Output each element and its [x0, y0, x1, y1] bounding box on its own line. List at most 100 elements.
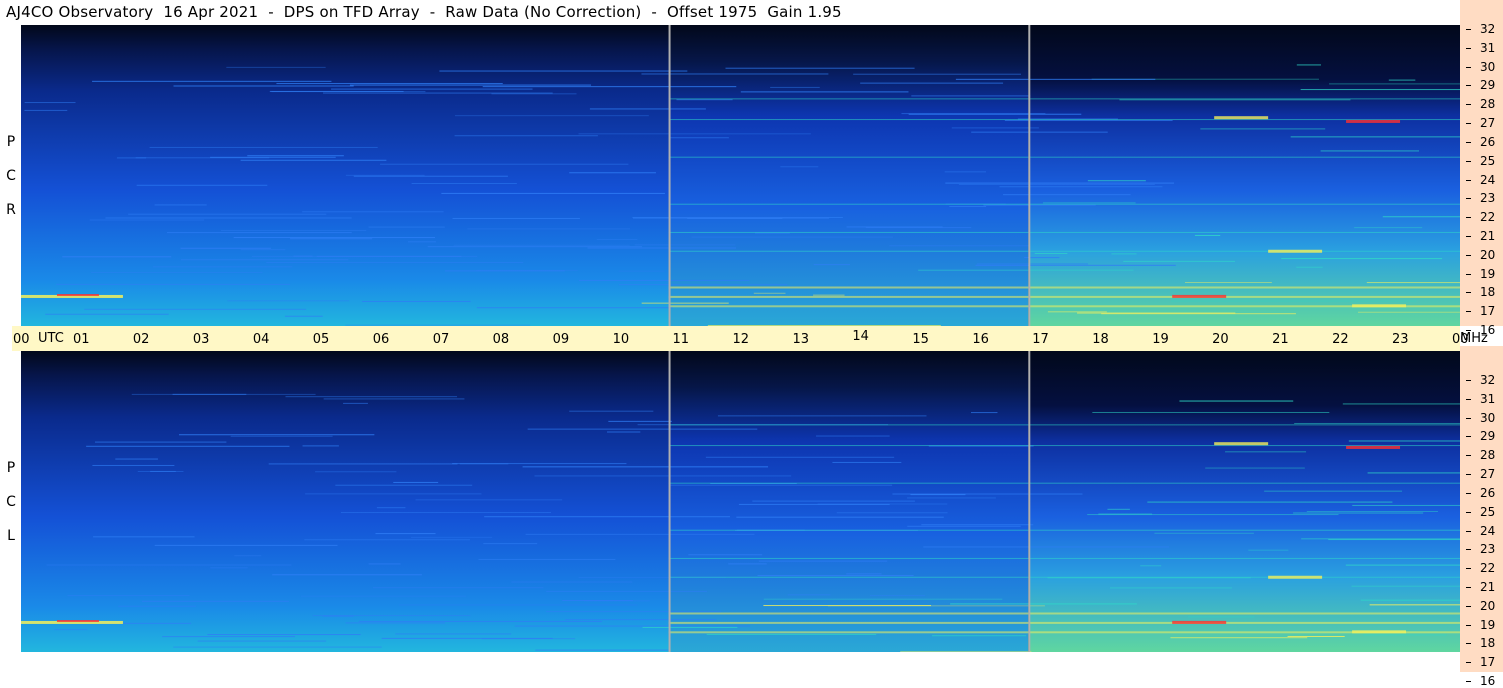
interference-streak: [921, 524, 1034, 526]
frequency-tick-label: 27: [1480, 467, 1496, 482]
interference-streak: [54, 629, 88, 631]
early-signal-peak: [56, 620, 99, 623]
interference-streak: [226, 66, 326, 68]
time-tick-label: 06: [372, 332, 390, 347]
frequency-band: [668, 156, 1460, 158]
frequency-band: [668, 295, 1460, 298]
interference-streak: [1290, 136, 1460, 138]
interference-streak: [589, 108, 706, 110]
lcp-letter-l: L: [7, 528, 15, 544]
time-tick-label: 05: [312, 332, 330, 347]
interference-streak: [1354, 227, 1423, 229]
interference-streak: [975, 264, 1176, 266]
time-tick-label: 22: [1332, 332, 1349, 347]
interference-streak: [587, 247, 736, 249]
frequency-tick: [1466, 398, 1471, 400]
interference-streak: [1042, 202, 1136, 204]
interference-streak: [1300, 89, 1460, 91]
interference-streak: [24, 109, 68, 111]
interference-streak: [955, 78, 1156, 80]
lcp-frequency-axis: 32 31 30 29 28 27 26 25 24 23 22 21 20 19 18 17 16: [1460, 346, 1503, 688]
frequency-tick-label: 20: [1480, 598, 1496, 613]
interference-streak: [607, 431, 641, 433]
frequency-tick: [1466, 254, 1471, 256]
time-tick-label: 07: [432, 332, 450, 347]
signal-patch: [1172, 620, 1227, 624]
frequency-band: [668, 576, 1460, 578]
frequency-band: [668, 612, 1460, 615]
interference-streak: [889, 245, 1031, 247]
interference-streak: [910, 494, 966, 496]
interference-streak: [345, 622, 446, 624]
time-tick-label: 08: [492, 332, 510, 347]
interference-streak: [454, 135, 598, 137]
interference-streak: [427, 246, 643, 248]
interference-streak: [1296, 266, 1323, 268]
interference-streak: [1281, 258, 1443, 260]
frequency-band: [668, 529, 1460, 531]
interference-streak: [1225, 451, 1307, 453]
interference-streak: [705, 456, 895, 458]
interference-streak: [233, 237, 435, 239]
frequency-tick: [1466, 586, 1471, 588]
interference-streak: [687, 218, 783, 220]
interference-streak: [293, 255, 313, 257]
interference-streak: [135, 157, 270, 159]
time-tick-label: 20: [1212, 332, 1229, 347]
interference-streak: [305, 493, 482, 495]
interference-streak: [454, 115, 649, 117]
lcp-spectrogram[interactable]: [21, 351, 1460, 652]
frequency-tick-label: 27: [1480, 116, 1496, 131]
frequency-tick: [1466, 662, 1471, 664]
interference-streak: [923, 546, 1170, 548]
interference-streak: [770, 86, 820, 88]
interference-streak: [514, 625, 751, 627]
interference-streak: [45, 313, 169, 315]
interference-streak: [304, 539, 470, 541]
frequency-tick-label: 16: [1480, 674, 1496, 688]
interference-streak: [1287, 635, 1345, 637]
interference-streak: [173, 646, 382, 648]
spectrogram-segment-evening: [1028, 351, 1460, 652]
interference-streak: [618, 284, 788, 286]
frequency-band: [668, 231, 1460, 233]
interference-streak: [315, 471, 397, 473]
interference-streak: [483, 543, 538, 545]
lcp-letter-c: C: [6, 494, 16, 510]
spectrogram-app: AJ4CO Observatory 16 Apr 2021 - DPS on T…: [0, 0, 1503, 688]
interference-streak: [491, 93, 577, 95]
frequency-tick: [1466, 66, 1471, 68]
frequency-band: [668, 286, 1460, 289]
interference-streak: [860, 82, 1004, 84]
interference-streak: [1348, 440, 1460, 442]
spectrogram-segment-night: [21, 351, 669, 652]
interference-streak: [1358, 311, 1460, 313]
interference-streak: [949, 206, 987, 208]
interference-streak: [380, 163, 629, 165]
interference-streak: [399, 604, 638, 606]
interference-streak: [1107, 508, 1130, 510]
interference-streak: [569, 172, 656, 174]
interference-streak: [546, 590, 708, 592]
interference-streak: [706, 633, 877, 635]
interference-streak: [562, 599, 633, 601]
interference-streak: [1328, 539, 1460, 541]
frequency-tick: [1466, 568, 1471, 570]
frequency-tick-label: 20: [1480, 247, 1496, 262]
frequency-tick: [1466, 605, 1471, 607]
rcp-spectrogram[interactable]: [21, 25, 1460, 326]
interference-streak: [439, 70, 688, 72]
interference-streak: [230, 435, 333, 437]
interference-streak: [441, 192, 665, 194]
interference-streak: [1352, 504, 1460, 506]
interference-streak: [596, 239, 638, 241]
frequency-tick: [1466, 160, 1471, 162]
interference-streak: [618, 270, 665, 272]
interference-streak: [478, 558, 616, 560]
interference-streak: [323, 398, 465, 400]
interference-streak: [1367, 472, 1460, 474]
interference-streak: [395, 633, 512, 635]
signal-patch: [1214, 116, 1269, 120]
interference-streak: [1140, 565, 1162, 567]
interference-streak: [149, 146, 378, 148]
